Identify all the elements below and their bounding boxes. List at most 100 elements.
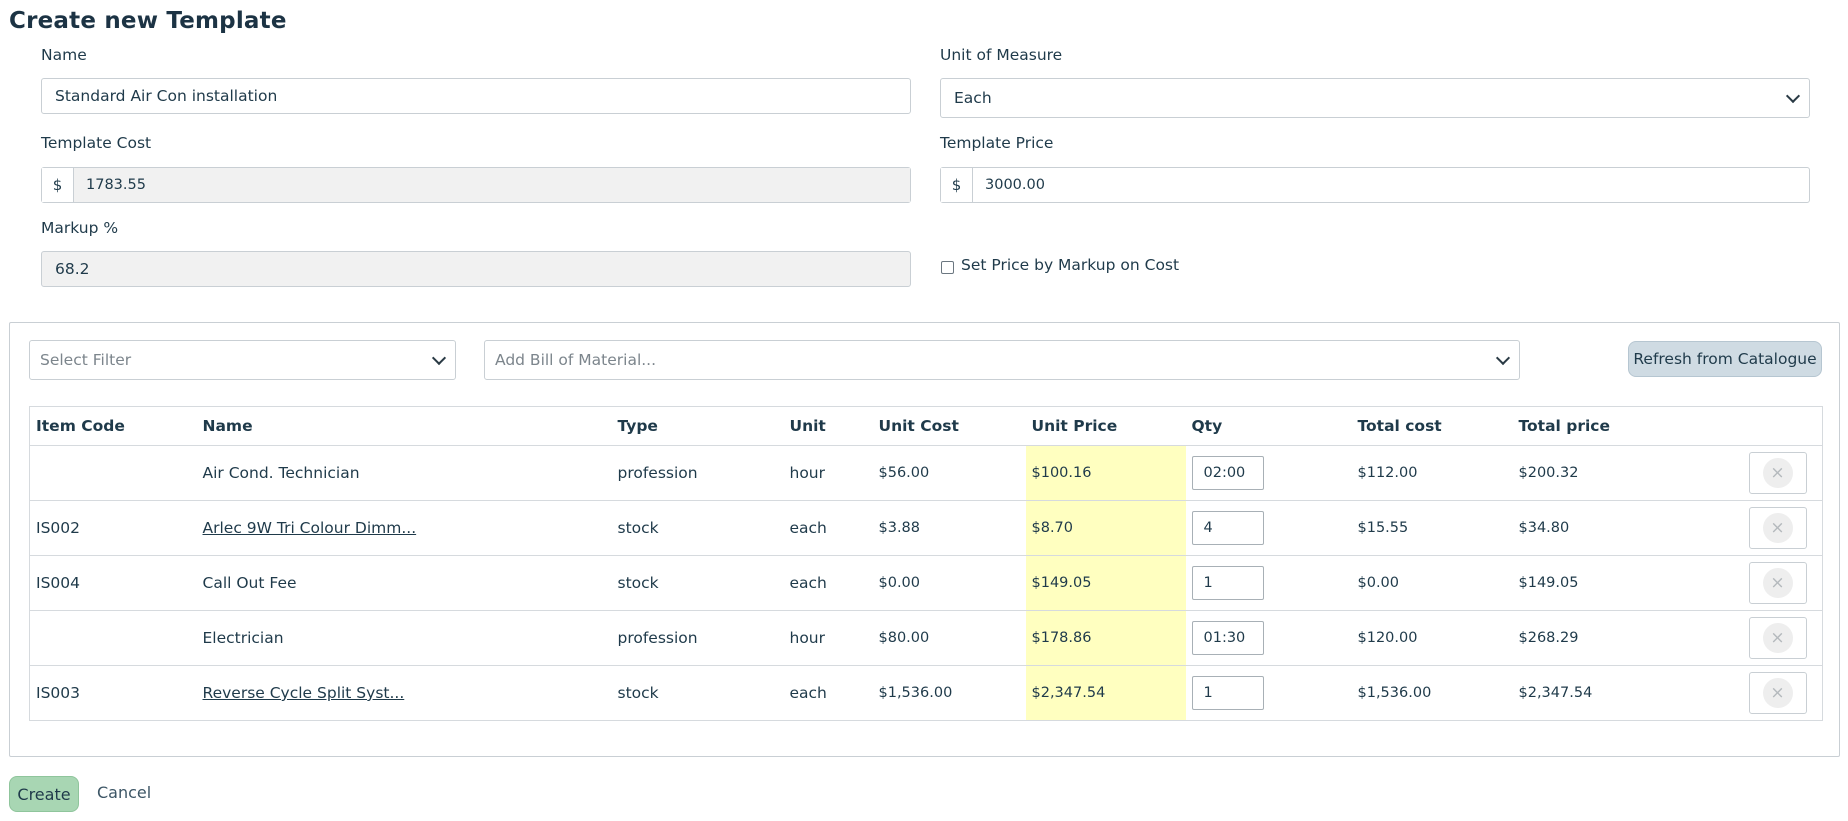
column-header: Unit [783,406,873,446]
delete-row-button[interactable]: × [1748,672,1807,714]
close-icon: × [1762,568,1793,598]
item-unit-price: $149.05 [1025,555,1186,611]
qty-input[interactable]: 1 [1191,676,1264,710]
item-total-price: $34.80 [1512,500,1743,556]
table-header-row: Item Code Name Type Unit Unit Cost Unit … [29,406,1823,446]
filter-select[interactable]: Select Filter [29,340,456,380]
table-row: Air Cond. Technician profession hour $56… [29,445,1823,501]
item-code: IS003 [36,684,80,702]
table-row: Electrician profession hour $80.00 $178.… [29,610,1823,666]
chevron-down-icon [1495,350,1511,366]
currency-addon: $ [941,168,973,202]
item-unit-cost: $0.00 [872,555,1026,611]
item-code: IS002 [29,500,197,556]
item-type: stock [611,555,784,611]
template-price-label: Template Price [940,134,1054,152]
set-price-by-markup-label[interactable]: Set Price by Markup on Cost [961,256,1179,274]
unit-of-measure-label: Unit of Measure [940,46,1063,64]
qty-input[interactable]: 02:00 [1191,456,1264,490]
item-unit-price: $100.16 [1025,445,1186,501]
item-total-cost: $0.00 [1351,555,1513,611]
template-price-field[interactable]: $ 3000.00 [940,167,1810,203]
column-header: Type [611,406,784,446]
item-name: Electrician [196,610,612,666]
item-name: Air Cond. Technician [196,445,612,501]
markup-field: 68.2 [41,251,911,287]
create-button[interactable]: Create [9,776,79,812]
bom-table: Item Code Name Type Unit Unit Cost Unit … [29,406,1823,721]
item-total-cost: $112.00 [1351,445,1513,501]
item-name-link[interactable]: Arlec 9W Tri Colour Dimm... [203,519,417,537]
table-row: IS003 Reverse Cycle Split Syst... stock … [30,665,1823,721]
item-code [29,445,197,501]
filter-placeholder: Select Filter [40,351,132,369]
page-title: Create new Template [9,8,287,34]
template-cost-value: 1783.55 [74,168,910,202]
item-total-cost: $1,536.00 [1357,685,1432,701]
qty-input[interactable]: 1 [1191,566,1264,600]
close-icon: × [1762,678,1793,708]
delete-row-button[interactable]: × [1748,507,1807,549]
delete-row-button[interactable]: × [1748,562,1807,604]
set-price-by-markup-checkbox[interactable] [941,261,954,274]
add-bom-placeholder: Add Bill of Material... [495,351,657,369]
column-header: Unit Cost [872,406,1026,446]
name-input[interactable]: Standard Air Con installation [41,78,911,114]
template-cost-label: Template Cost [41,134,152,152]
item-type: profession [611,445,784,501]
item-total-cost: $120.00 [1351,610,1513,666]
refresh-from-catalogue-button[interactable]: Refresh from Catalogue [1628,341,1822,377]
cancel-link[interactable]: Cancel [97,783,151,802]
add-bom-select[interactable]: Add Bill of Material... [484,340,1520,380]
item-unit-price: $2,347.54 [1025,665,1186,721]
item-unit-cost: $80.00 [872,610,1026,666]
column-header: Name [196,406,612,446]
item-total-price: $2,347.54 [1518,685,1593,701]
currency-addon: $ [42,168,74,202]
name-label: Name [41,46,87,64]
item-unit: each [783,500,873,556]
table-row: IS002 Arlec 9W Tri Colour Dimm... stock … [29,500,1823,556]
qty-input[interactable]: 4 [1191,511,1264,545]
item-name-link[interactable]: Reverse Cycle Split Syst... [203,684,405,702]
item-type: stock [617,684,659,702]
close-icon: × [1762,458,1793,488]
template-cost-field: $ 1783.55 [41,167,911,203]
item-total-price: $149.05 [1512,555,1743,611]
delete-row-button[interactable]: × [1748,617,1807,659]
item-unit-cost: $1,536.00 [878,685,953,701]
unit-of-measure-value: Each [954,89,992,107]
column-header: Qty [1185,406,1352,446]
chevron-down-icon [1785,88,1801,104]
delete-row-button[interactable]: × [1748,452,1807,494]
markup-value: 68.2 [55,260,90,278]
close-icon: × [1762,513,1793,543]
item-total-price: $268.29 [1512,610,1743,666]
item-total-cost: $15.55 [1351,500,1513,556]
column-header-actions [1742,406,1823,446]
item-unit-cost: $3.88 [872,500,1026,556]
item-unit-price: $8.70 [1025,500,1186,556]
item-type: profession [611,610,784,666]
item-name: Call Out Fee [196,555,612,611]
item-unit: hour [783,610,873,666]
item-code: IS004 [29,555,197,611]
column-header: Item Code [29,406,197,446]
item-unit-price: $178.86 [1025,610,1186,666]
column-header: Total cost [1351,406,1513,446]
unit-of-measure-select[interactable]: Each [940,78,1810,118]
markup-label: Markup % [41,219,119,237]
item-unit: each [789,684,827,702]
column-header: Unit Price [1025,406,1186,446]
close-icon: × [1762,623,1793,653]
item-type: stock [611,500,784,556]
item-unit-cost: $56.00 [872,445,1026,501]
item-total-price: $200.32 [1512,445,1743,501]
column-header: Total price [1512,406,1743,446]
item-unit: each [783,555,873,611]
item-unit: hour [783,445,873,501]
qty-input[interactable]: 01:30 [1191,621,1264,655]
name-value: Standard Air Con installation [55,87,278,105]
item-code [29,610,197,666]
chevron-down-icon [431,350,447,366]
